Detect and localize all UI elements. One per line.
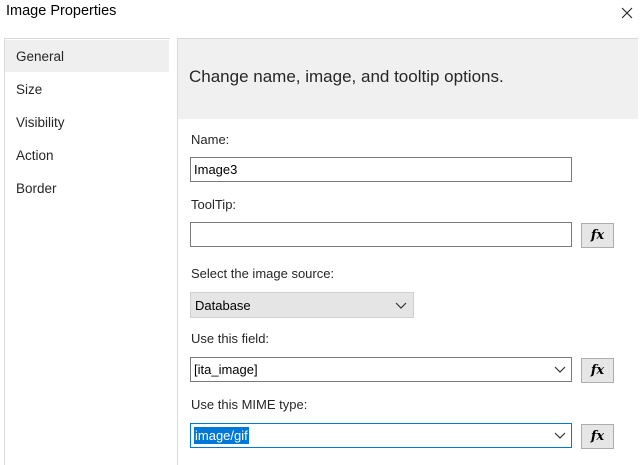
panel-header-text: Change name, image, and tooltip options. [189, 67, 504, 86]
use-field-value: [ita_image] [194, 362, 258, 377]
chevron-down-icon[interactable] [554, 430, 566, 440]
use-field-combobox[interactable]: [ita_image] [190, 357, 572, 382]
tooltip-input[interactable] [190, 222, 572, 247]
sidebar-item-label: Border [16, 180, 57, 196]
name-value: Image3 [194, 162, 238, 177]
panel-header: Change name, image, and tooltip options. [178, 39, 638, 119]
sidebar-item-general[interactable]: General [5, 40, 169, 72]
close-icon [621, 7, 633, 19]
tooltip-expression-button[interactable]: fx [581, 223, 614, 248]
title-bar: Image Properties [0, 0, 644, 30]
name-input[interactable]: Image3 [190, 157, 572, 182]
mime-type-label: Use this MIME type: [191, 397, 308, 412]
function-icon: fx [590, 429, 605, 444]
dialog-title: Image Properties [6, 3, 117, 19]
function-icon: fx [590, 363, 605, 378]
sidebar-nav: General Size Visibility Action Border [4, 38, 170, 465]
name-label: Name: [191, 132, 230, 147]
chevron-down-icon[interactable] [554, 364, 566, 374]
function-icon: fx [590, 228, 605, 243]
mime-type-value: image/gif [194, 427, 249, 444]
general-panel: Change name, image, and tooltip options.… [177, 38, 638, 465]
sidebar-item-visibility[interactable]: Visibility [5, 106, 169, 138]
image-source-value: Database [195, 297, 251, 313]
mime-type-combobox[interactable]: image/gif [190, 423, 572, 448]
close-button[interactable] [610, 0, 644, 26]
sidebar-item-label: Action [16, 147, 54, 163]
mime-type-expression-button[interactable]: fx [581, 424, 614, 449]
sidebar-item-action[interactable]: Action [5, 139, 169, 171]
tooltip-label: ToolTip: [191, 197, 237, 212]
sidebar-item-border[interactable]: Border [5, 172, 169, 204]
image-source-label: Select the image source: [191, 266, 335, 281]
use-field-expression-button[interactable]: fx [581, 358, 614, 383]
chevron-down-icon [395, 302, 407, 309]
image-properties-dialog: Image Properties General Size Visibility… [0, 0, 644, 465]
sidebar-item-size[interactable]: Size [5, 73, 169, 105]
sidebar-item-label: Visibility [16, 114, 65, 130]
image-source-dropdown[interactable]: Database [190, 292, 414, 318]
use-field-label: Use this field: [191, 331, 270, 346]
sidebar-item-label: Size [16, 81, 43, 97]
sidebar-item-label: General [16, 48, 65, 64]
